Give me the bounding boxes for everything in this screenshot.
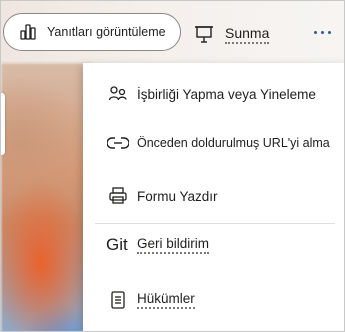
dot-icon: [313, 30, 317, 34]
dot-icon: [327, 30, 331, 34]
menu-item-label: Geri bildirim: [137, 236, 210, 254]
menu-item-label: Hükümler: [137, 291, 195, 309]
bar-chart-icon: [19, 23, 37, 41]
link-icon: [107, 132, 129, 154]
present-button[interactable]: Sunma: [193, 21, 270, 47]
view-responses-button[interactable]: Yanıtları görüntüleme: [3, 13, 181, 51]
side-handle[interactable]: [1, 93, 5, 155]
menu-item-print[interactable]: Formu Yazdır: [83, 173, 344, 219]
menu-item-terms[interactable]: Hükümler: [83, 277, 344, 323]
view-responses-label: Yanıtları görüntüleme: [47, 25, 166, 39]
menu-item-feedback[interactable]: Git Geri bildirim: [83, 222, 344, 268]
app-frame: Yanıtları görüntüleme Sunma İşbirliği Ya…: [0, 0, 345, 332]
print-icon: [107, 185, 129, 207]
menu-item-label: İşbirliği Yapma veya Yineleme: [137, 86, 316, 102]
background-photo: [1, 63, 91, 331]
menu-item-label: Formu Yazdır: [137, 188, 218, 204]
menu-item-label: Önceden doldurulmuş URL'yi alma: [137, 136, 330, 150]
menu-item-collaborate[interactable]: İşbirliği Yapma veya Yineleme: [83, 71, 344, 117]
more-options-button[interactable]: [307, 21, 337, 43]
toolbar: Yanıtları görüntüleme Sunma: [1, 1, 344, 63]
dot-icon: [320, 30, 324, 34]
document-icon: [107, 289, 129, 311]
presentation-icon: [193, 23, 215, 45]
collaborate-icon: [107, 83, 129, 105]
menu-item-prefilled-url[interactable]: Önceden doldurulmuş URL'yi alma: [83, 120, 344, 166]
more-options-menu: İşbirliği Yapma veya Yineleme Önceden do…: [83, 63, 344, 331]
present-label: Sunma: [225, 25, 270, 44]
feedback-icon-text: Git: [106, 235, 128, 254]
